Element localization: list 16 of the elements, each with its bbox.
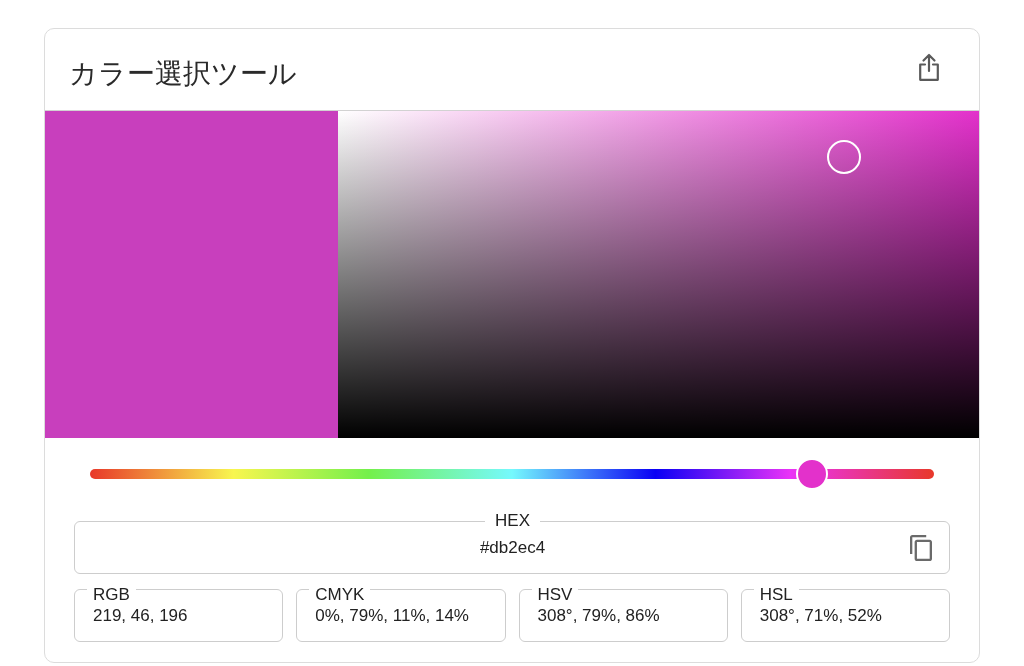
format-label: HSL bbox=[759, 585, 793, 604]
format-label: CMYK bbox=[315, 585, 365, 604]
saturation-brightness-area[interactable] bbox=[338, 111, 979, 438]
hex-label: HEX bbox=[495, 511, 530, 530]
hex-field[interactable]: HEX #db2ec4 bbox=[74, 511, 950, 574]
hex-value: #db2ec4 bbox=[479, 538, 546, 558]
format-label: RGB bbox=[93, 585, 130, 604]
copy-icon[interactable] bbox=[910, 535, 932, 561]
tool-title: カラー選択ツール bbox=[69, 56, 297, 91]
format-value: 219, 46, 196 bbox=[92, 606, 189, 626]
format-value: 308°, 71%, 52% bbox=[758, 606, 883, 626]
format-value: 0%, 79%, 11%, 14% bbox=[314, 606, 470, 626]
picker-handle[interactable] bbox=[827, 139, 862, 174]
format-label: HSV bbox=[537, 585, 573, 604]
format-value: 308°, 79%, 86% bbox=[536, 606, 661, 626]
share-icon[interactable] bbox=[918, 53, 940, 82]
